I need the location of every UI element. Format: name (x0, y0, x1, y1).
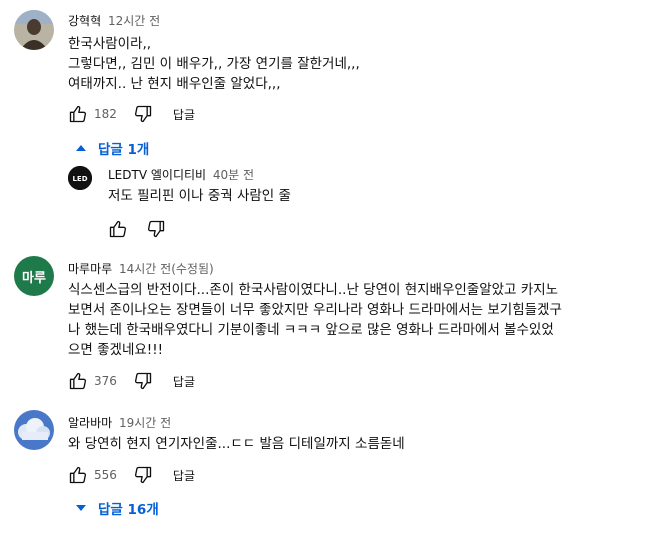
reply-button[interactable]: 답글 (173, 467, 195, 484)
comment-actions: 376 답글 (66, 369, 195, 393)
chevron-down-icon (76, 505, 86, 511)
like-icon[interactable] (66, 463, 90, 487)
comment-body: 한국사람이라,, 그렇다면,, 김민 이 배우가,, 가장 연기를 잘한거네,,… (68, 34, 360, 94)
replies-toggle-label: 답글 1개 (98, 142, 150, 158)
dislike-icon[interactable] (144, 217, 168, 241)
avatar-text: 마루 (22, 270, 46, 286)
reply-avatar[interactable]: LED (68, 166, 92, 190)
reply-author[interactable]: LEDTV 엘이디티비 (108, 168, 206, 182)
reply-button[interactable]: 답글 (173, 373, 195, 390)
comment-line: 그렇다면,, 김민 이 배우가,, 가장 연기를 잘한거네,,, (68, 56, 360, 72)
comment-line: 으면 좋겠네요!!! (68, 342, 164, 358)
like-count: 556 (94, 468, 117, 482)
avatar[interactable] (14, 410, 54, 450)
like-icon[interactable] (66, 102, 90, 126)
comment-line: 와 당연히 현지 연기자인줄...ㄷㄷ 발음 디테일까지 소름돋네 (68, 436, 405, 452)
comment-line: 식스센스급의 반전이다...존이 한국사람이였다니..난 당연이 현지배우인줄알… (68, 282, 559, 298)
avatar[interactable]: 마루 (14, 256, 54, 296)
comment-actions: 556 답글 (66, 463, 195, 487)
reply-header: LEDTV 엘이디티비 40분 전 (108, 166, 254, 183)
comment-time[interactable]: 19시간 전 (119, 416, 171, 430)
replies-toggle-button[interactable]: 답글 16개 (76, 498, 159, 518)
comment-line: 보면서 존이나오는 장면들이 너무 좋았지만 우리나라 영화나 드라마에서는 보… (68, 302, 562, 318)
reply-button[interactable]: 답글 (173, 106, 195, 123)
reply-time[interactable]: 40분 전 (213, 168, 254, 182)
comment-line: 여태까지.. 난 현지 배우인줄 알었다,,, (68, 76, 281, 92)
reply-body: 저도 필리핀 이나 중궉 사람인 줄 (108, 186, 291, 206)
dislike-icon[interactable] (131, 102, 155, 126)
like-count: 182 (94, 107, 117, 121)
dislike-icon[interactable] (131, 369, 155, 393)
avatar[interactable] (14, 10, 54, 50)
like-icon[interactable] (106, 217, 130, 241)
reply-avatar-text: LED (72, 175, 87, 183)
dislike-icon[interactable] (131, 463, 155, 487)
comment-thread: 강혁혁 12시간 전 한국사람이라,, 그렇다면,, 김민 이 배우가,, 가장… (0, 0, 652, 238)
replies-toggle-button[interactable]: 답글 1개 (76, 138, 149, 158)
comment-time[interactable]: 12시간 전 (108, 14, 160, 28)
comment-header: 알라바마 19시간 전 (68, 414, 171, 431)
comment-header: 마루마루 14시간 전(수정됨) (68, 260, 214, 277)
comment-line: 한국사람이라,, (68, 36, 152, 52)
comment-actions: 182 답글 (66, 102, 195, 126)
chevron-down-icon (76, 145, 86, 151)
comment-time[interactable]: 14시간 전(수정됨) (119, 262, 214, 276)
comment-body: 식스센스급의 반전이다...존이 한국사람이였다니..난 당연이 현지배우인줄알… (68, 280, 562, 360)
replies-toggle-label: 답글 16개 (98, 502, 159, 518)
comment-author[interactable]: 알라바마 (68, 416, 112, 430)
comment-body: 와 당연히 현지 연기자인줄...ㄷㄷ 발음 디테일까지 소름돋네 (68, 434, 405, 454)
comment-line: 나 했는데 한국배우였다니 기분이좋네 ㅋㅋㅋ 앞으로 많은 영화나 드라마에서… (68, 322, 554, 338)
comment-author[interactable]: 마루마루 (68, 262, 112, 276)
comment-author[interactable]: 강혁혁 (68, 14, 101, 28)
like-count: 376 (94, 374, 117, 388)
reply-actions (106, 217, 168, 241)
comment-header: 강혁혁 12시간 전 (68, 12, 160, 29)
like-icon[interactable] (66, 369, 90, 393)
reply-line: 저도 필리핀 이나 중궉 사람인 줄 (108, 188, 291, 204)
